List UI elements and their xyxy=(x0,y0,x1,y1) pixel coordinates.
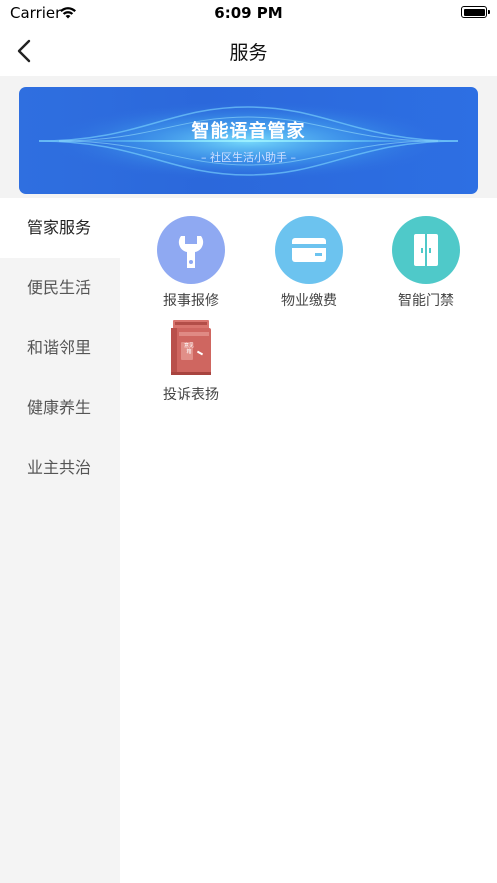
service-grid: 报事报修 物业缴费 智能门禁 意见箱 投诉表扬 xyxy=(120,198,497,883)
mailbox-icon: 意见箱 xyxy=(157,318,225,378)
service-complaints-praise[interactable]: 意见箱 投诉表扬 xyxy=(136,318,246,404)
service-repair[interactable]: 报事报修 xyxy=(136,216,246,310)
navigation-bar: 服务 xyxy=(0,26,497,76)
sidebar-item-butler-services[interactable]: 管家服务 xyxy=(0,198,120,258)
card-icon xyxy=(275,216,343,284)
sidebar-item-health[interactable]: 健康养生 xyxy=(0,378,120,438)
service-smart-access[interactable]: 智能门禁 xyxy=(371,216,481,310)
sidebar-item-owner-governance[interactable]: 业主共治 xyxy=(0,438,120,498)
service-label: 智能门禁 xyxy=(398,293,454,309)
clock: 6:09 PM xyxy=(214,4,283,22)
sidebar-item-neighborhood[interactable]: 和谐邻里 xyxy=(0,318,120,378)
page-title: 服务 xyxy=(229,42,268,64)
service-property-payment[interactable]: 物业缴费 xyxy=(254,216,364,310)
battery-icon xyxy=(461,6,490,18)
wrench-icon xyxy=(157,216,225,284)
mailbox-icon-text: 意见箱 xyxy=(184,343,195,355)
service-label: 报事报修 xyxy=(163,293,219,309)
banner-subtitle: – 社区生活小助手 – xyxy=(201,151,296,164)
sidebar-item-convenience-life[interactable]: 便民生活 xyxy=(0,258,120,318)
voice-assistant-banner[interactable]: 智能语音管家 – 社区生活小助手 – xyxy=(19,87,478,194)
service-label: 投诉表扬 xyxy=(163,387,219,403)
status-bar: Carrier 6:09 PM xyxy=(0,0,497,26)
banner-title: 智能语音管家 xyxy=(191,121,306,142)
service-label: 物业缴费 xyxy=(281,293,337,309)
banner-area: 智能语音管家 – 社区生活小助手 – xyxy=(0,76,497,198)
door-icon xyxy=(392,216,460,284)
category-sidebar: 管家服务 便民生活 和谐邻里 健康养生 业主共治 xyxy=(0,198,120,883)
